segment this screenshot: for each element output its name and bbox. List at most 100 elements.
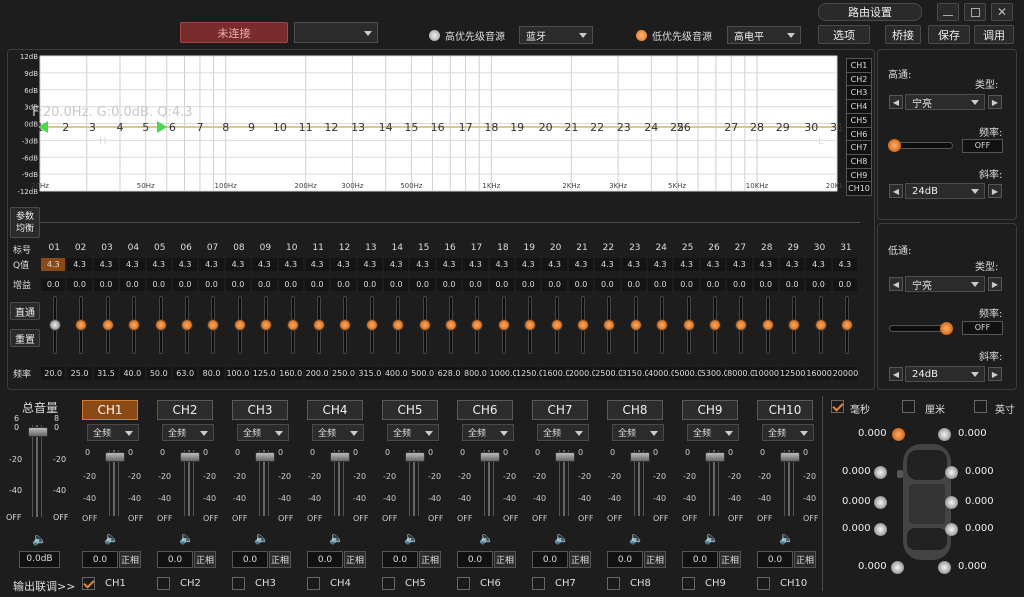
phase-button[interactable]: 正相 (794, 551, 816, 568)
slider-knob[interactable] (286, 319, 299, 331)
band-number[interactable]: 23 (617, 121, 631, 134)
speaker-icon[interactable]: 🔈 (104, 531, 119, 545)
eq-graph[interactable]: 12dB9dB6dB3dB0dB-3dB-6dB-9dB-12dB 20Hz 50… (8, 52, 843, 197)
band-freq-value[interactable]: 315.0 (357, 367, 385, 380)
master-fader-cap[interactable] (28, 427, 48, 437)
lowpass-slope-prev[interactable]: ◀ (889, 367, 903, 381)
band-freq-value[interactable]: 1250.0 (516, 367, 544, 380)
band-freq-value[interactable]: 3150.0 (621, 367, 650, 380)
band-number[interactable]: 22 (590, 121, 604, 134)
speaker-position-dot[interactable] (945, 466, 958, 479)
band-gain-slider[interactable] (550, 296, 564, 354)
reset-button[interactable]: 重置 (10, 329, 40, 347)
speaker-position-dot[interactable] (874, 496, 887, 509)
band-q-value[interactable]: 4.3 (516, 258, 543, 271)
fader-cap[interactable] (780, 452, 800, 462)
band-freq-value[interactable]: 160.0 (278, 367, 305, 380)
slider-knob[interactable] (603, 319, 616, 331)
channel-fader[interactable] (555, 450, 575, 516)
slider-knob[interactable] (761, 319, 774, 331)
band-q-value[interactable]: 4.3 (304, 258, 332, 271)
channel-fader[interactable] (180, 450, 200, 516)
band-q-value[interactable]: 4.3 (331, 258, 358, 271)
speaker-icon[interactable]: 🔈 (629, 531, 644, 545)
channel-select-button[interactable]: CH5 (382, 400, 438, 420)
speaker-position-dot[interactable] (945, 523, 958, 536)
band-q-value[interactable]: 4.3 (674, 258, 701, 271)
band-gain-slider[interactable] (180, 296, 194, 354)
slider-knob[interactable] (260, 319, 273, 331)
slider-knob[interactable] (814, 319, 827, 331)
slider-knob[interactable] (735, 319, 748, 331)
band-number[interactable]: 31 (830, 121, 843, 134)
band-gain-slider[interactable] (74, 296, 88, 354)
phase-button[interactable]: 正相 (194, 551, 216, 568)
bypass-button[interactable]: 直通 (10, 302, 40, 320)
delay-value[interactable]: 0.000 (842, 466, 871, 477)
band-gain-slider[interactable] (48, 296, 62, 354)
phase-button[interactable]: 正相 (644, 551, 666, 568)
fader-cap[interactable] (630, 452, 650, 462)
band-gain-slider[interactable] (365, 296, 379, 354)
channel-select-button[interactable]: CH3 (232, 400, 288, 420)
band-freq-value[interactable]: 31.5 (93, 367, 121, 380)
band-freq-value[interactable]: 2000.0 (568, 367, 597, 380)
phase-button[interactable]: 正相 (119, 551, 141, 568)
highpass-type-next[interactable]: ▶ (988, 95, 1002, 109)
channel-select-button[interactable]: CH2 (157, 400, 213, 420)
slider-knob[interactable] (841, 319, 853, 331)
connect-button[interactable]: 未连接 (180, 22, 288, 43)
band-number[interactable]: 30 (804, 121, 818, 134)
band-number[interactable]: 6 (169, 121, 176, 134)
band-q-value[interactable]: 4.3 (647, 258, 675, 271)
lowpass-type-prev[interactable]: ◀ (889, 277, 903, 291)
band-q-value[interactable]: 4.3 (463, 258, 490, 271)
band-freq-value[interactable]: 1600.0 (542, 367, 570, 380)
band-q-value[interactable]: 4.3 (779, 258, 807, 271)
band-gain-value[interactable]: 0.0 (463, 278, 490, 291)
channel-mode-select[interactable]: 全频 (537, 424, 589, 441)
band-gain-value[interactable]: 0.0 (568, 278, 596, 291)
band-gain-value[interactable]: 0.0 (225, 278, 253, 291)
band-q-value[interactable]: 4.3 (93, 258, 121, 271)
channel-mode-select[interactable]: 全频 (87, 424, 139, 441)
band-freq-value[interactable]: 500.0 (410, 367, 437, 380)
phase-button[interactable]: 正相 (419, 551, 441, 568)
band-gain-value[interactable]: 0.0 (674, 278, 701, 291)
link-checkbox-ch10[interactable] (757, 577, 770, 590)
band-freq-value[interactable]: 628.0 (436, 367, 464, 380)
band-gain-value[interactable]: 0.0 (146, 278, 173, 291)
fader-cap[interactable] (330, 452, 350, 462)
highpass-type-prev[interactable]: ◀ (889, 95, 903, 109)
link-checkbox-ch9[interactable] (682, 577, 695, 590)
inch-checkbox[interactable] (974, 400, 987, 413)
band-number[interactable]: 14 (379, 121, 393, 134)
slider-knob[interactable] (788, 319, 801, 331)
phase-button[interactable]: 正相 (269, 551, 291, 568)
channel-volume-value[interactable]: 0.0 (232, 551, 268, 568)
channel-mode-select[interactable]: 全频 (612, 424, 664, 441)
band-gain-slider[interactable] (523, 296, 537, 354)
band-number[interactable]: 4 (116, 121, 123, 134)
options-button[interactable]: 选项 (818, 25, 870, 44)
band-q-value[interactable]: 4.3 (225, 258, 253, 271)
band-q-value[interactable]: 4.3 (146, 258, 173, 271)
band-gain-value[interactable]: 0.0 (384, 278, 411, 291)
speaker-icon[interactable]: 🔈 (704, 531, 719, 545)
speaker-icon[interactable]: 🔈 (254, 531, 269, 545)
band-gain-value[interactable]: 0.0 (278, 278, 305, 291)
band-number[interactable]: 18 (484, 121, 498, 134)
channel-volume-value[interactable]: 0.0 (532, 551, 568, 568)
slider-knob[interactable] (682, 319, 695, 331)
channel-select-button[interactable]: CH9 (682, 400, 738, 420)
band-freq-value[interactable]: 12500 (779, 367, 807, 380)
band-gain-slider[interactable] (497, 296, 511, 354)
speaker-icon[interactable]: 🔈 (554, 531, 569, 545)
band-gain-slider[interactable] (761, 296, 775, 354)
phase-button[interactable]: 正相 (569, 551, 591, 568)
band-number[interactable]: 11 (299, 121, 313, 134)
band-gain-value[interactable]: 0.0 (700, 278, 728, 291)
peq-tab[interactable]: 参数 均衡 (10, 207, 40, 238)
speaker-position-dot[interactable] (874, 466, 887, 479)
slider-knob[interactable] (709, 319, 721, 331)
